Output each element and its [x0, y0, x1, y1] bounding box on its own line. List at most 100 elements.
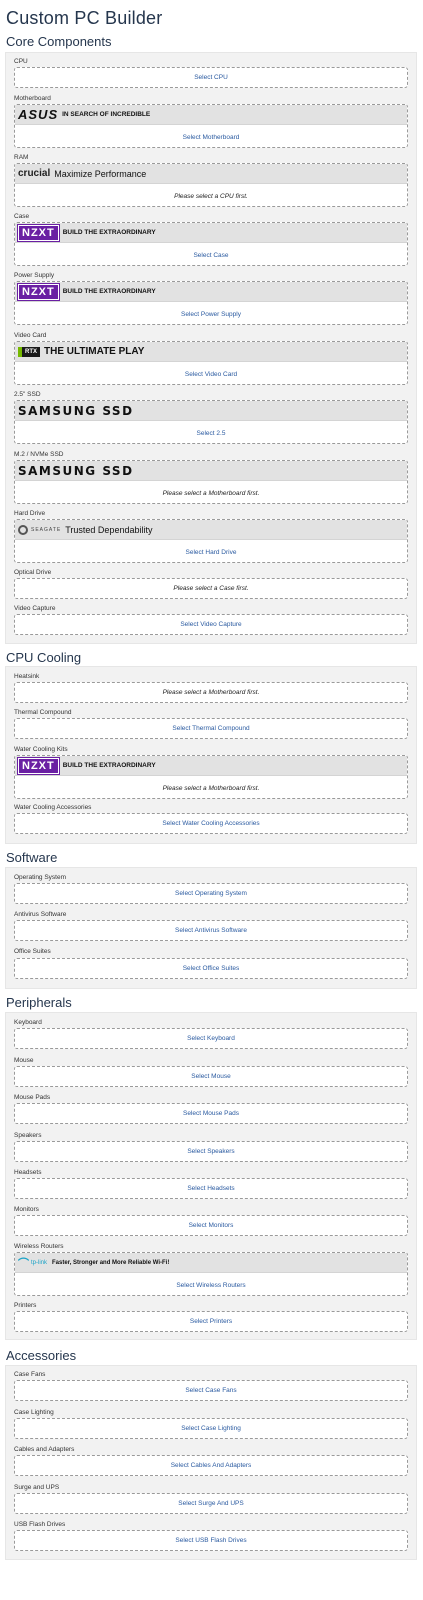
nzxt-tagline: BUILD THE EXTRAORDINARY	[62, 229, 156, 236]
section-title-peripherals: Peripherals	[6, 995, 72, 1010]
samsung-ad-banner[interactable]: SAMSUNG SSD	[15, 461, 407, 481]
select-case-lighting-link[interactable]: Select Case Lighting	[15, 1419, 407, 1438]
mouse-label: Mouse	[14, 1057, 34, 1064]
printers-slot[interactable]: Select Printers	[14, 1311, 408, 1332]
operating-system-label: Operating System	[14, 874, 67, 881]
crucial-logo: crucial	[18, 168, 51, 179]
motherboard-slot[interactable]: ASUS IN SEARCH OF INCREDIBLE Select Moth…	[14, 104, 408, 148]
select-mouse-pads-link[interactable]: Select Mouse Pads	[15, 1104, 407, 1123]
select-video-capture-link[interactable]: Select Video Capture	[15, 615, 407, 634]
water-cooling-accessories-label: Water Cooling Accessories	[14, 804, 92, 811]
asus-logo: ASUS	[18, 107, 59, 122]
select-surge-ups-link[interactable]: Select Surge And UPS	[15, 1494, 407, 1513]
asus-ad-banner[interactable]: ASUS IN SEARCH OF INCREDIBLE	[15, 105, 407, 125]
hard-drive-slot[interactable]: SEAGATE Trusted Dependability Select Har…	[14, 519, 408, 563]
seagate-logo: SEAGATE	[31, 526, 62, 533]
samsung-ssd-logo: SAMSUNG SSD	[18, 403, 134, 418]
nzxt-ad-banner[interactable]: NZXT BUILD THE EXTRAORDINARY	[15, 756, 407, 776]
select-headsets-link[interactable]: Select Headsets	[15, 1179, 407, 1198]
select-case-link[interactable]: Select Case	[15, 246, 407, 265]
tplink-ad-banner[interactable]: ⌒ tp-link Faster, Stronger and More Reli…	[15, 1253, 407, 1273]
select-antivirus-link[interactable]: Select Antivirus Software	[15, 921, 407, 940]
mouse-slot[interactable]: Select Mouse	[14, 1066, 408, 1087]
antivirus-slot[interactable]: Select Antivirus Software	[14, 920, 408, 941]
case-lighting-label: Case Lighting	[14, 1409, 54, 1416]
surge-ups-slot[interactable]: Select Surge And UPS	[14, 1493, 408, 1514]
headsets-slot[interactable]: Select Headsets	[14, 1178, 408, 1199]
nvidia-tagline: THE ULTIMATE PLAY	[44, 346, 145, 357]
cables-adapters-label: Cables and Adapters	[14, 1446, 75, 1453]
select-keyboard-link[interactable]: Select Keyboard	[15, 1029, 407, 1048]
ram-slot[interactable]: crucial Maximize Performance Please sele…	[14, 163, 408, 207]
select-case-fans-link[interactable]: Select Case Fans	[15, 1381, 407, 1400]
antivirus-label: Antivirus Software	[14, 911, 67, 918]
nzxt-tagline: BUILD THE EXTRAORDINARY	[62, 762, 156, 769]
select-speakers-link[interactable]: Select Speakers	[15, 1142, 407, 1161]
select-video-card-link[interactable]: Select Video Card	[15, 365, 407, 384]
video-card-label: Video Card	[14, 332, 47, 339]
water-cooling-kits-slot[interactable]: NZXT BUILD THE EXTRAORDINARY Please sele…	[14, 755, 408, 799]
nzxt-logo: NZXT	[17, 756, 60, 775]
usb-flash-drives-slot[interactable]: Select USB Flash Drives	[14, 1530, 408, 1551]
office-suites-slot[interactable]: Select Office Suites	[14, 958, 408, 979]
wireless-routers-slot[interactable]: ⌒ tp-link Faster, Stronger and More Reli…	[14, 1252, 408, 1296]
video-capture-slot[interactable]: Select Video Capture	[14, 614, 408, 635]
select-water-cooling-accessories-link[interactable]: Select Water Cooling Accessories	[15, 814, 407, 833]
samsung-ssd-logo: SAMSUNG SSD	[18, 463, 134, 478]
mouse-pads-label: Mouse Pads	[14, 1094, 51, 1101]
ssd-m2-requirement-message: Please select a Motherboard first.	[162, 490, 260, 497]
select-monitors-link[interactable]: Select Monitors	[15, 1216, 407, 1235]
cpu-slot[interactable]: Select CPU	[14, 67, 408, 88]
optical-drive-slot[interactable]: Please select a Case first.	[14, 578, 408, 599]
case-lighting-slot[interactable]: Select Case Lighting	[14, 1418, 408, 1439]
seagate-tagline: Trusted Dependability	[65, 524, 153, 535]
case-slot[interactable]: NZXT BUILD THE EXTRAORDINARY Select Case	[14, 222, 408, 266]
thermal-compound-slot[interactable]: Select Thermal Compound	[14, 718, 408, 739]
select-motherboard-link[interactable]: Select Motherboard	[15, 128, 407, 147]
water-cooling-kits-requirement-message: Please select a Motherboard first.	[162, 785, 260, 792]
select-mouse-link[interactable]: Select Mouse	[15, 1067, 407, 1086]
optical-drive-label: Optical Drive	[14, 569, 52, 576]
nzxt-ad-banner[interactable]: NZXT BUILD THE EXTRAORDINARY	[15, 282, 407, 302]
select-wireless-routers-link[interactable]: Select Wireless Routers	[15, 1276, 407, 1295]
seagate-ad-banner[interactable]: SEAGATE Trusted Dependability	[15, 520, 407, 540]
nvidia-ad-banner[interactable]: RTX THE ULTIMATE PLAY	[15, 342, 407, 362]
monitors-slot[interactable]: Select Monitors	[14, 1215, 408, 1236]
video-card-slot[interactable]: RTX THE ULTIMATE PLAY Select Video Card	[14, 341, 408, 385]
select-thermal-compound-link[interactable]: Select Thermal Compound	[15, 719, 407, 738]
hard-drive-label: Hard Drive	[14, 510, 46, 517]
select-cables-adapters-link[interactable]: Select Cables And Adapters	[15, 1456, 407, 1475]
crucial-ad-banner[interactable]: crucial Maximize Performance	[15, 164, 407, 184]
ssd-25-label: 2.5" SSD	[14, 391, 41, 398]
case-fans-slot[interactable]: Select Case Fans	[14, 1380, 408, 1401]
select-cpu-link[interactable]: Select CPU	[15, 68, 407, 87]
case-label: Case	[14, 213, 30, 220]
nzxt-logo: NZXT	[17, 223, 60, 242]
mouse-pads-slot[interactable]: Select Mouse Pads	[14, 1103, 408, 1124]
cables-adapters-slot[interactable]: Select Cables And Adapters	[14, 1455, 408, 1476]
select-printers-link[interactable]: Select Printers	[15, 1312, 407, 1331]
nzxt-logo: NZXT	[17, 282, 60, 301]
wireless-routers-label: Wireless Routers	[14, 1243, 64, 1250]
select-operating-system-link[interactable]: Select Operating System	[15, 884, 407, 903]
office-suites-label: Office Suites	[14, 948, 51, 955]
ssd-m2-slot[interactable]: SAMSUNG SSD Please select a Motherboard …	[14, 460, 408, 504]
select-office-suites-link[interactable]: Select Office Suites	[15, 959, 407, 978]
operating-system-slot[interactable]: Select Operating System	[14, 883, 408, 904]
printers-label: Printers	[14, 1302, 37, 1309]
select-ssd-25-link[interactable]: Select 2.5	[15, 424, 407, 443]
speakers-slot[interactable]: Select Speakers	[14, 1141, 408, 1162]
keyboard-slot[interactable]: Select Keyboard	[14, 1028, 408, 1049]
select-usb-flash-drives-link[interactable]: Select USB Flash Drives	[15, 1531, 407, 1550]
ssd-25-slot[interactable]: SAMSUNG SSD Select 2.5	[14, 400, 408, 444]
power-supply-slot[interactable]: NZXT BUILD THE EXTRAORDINARY Select Powe…	[14, 281, 408, 325]
heatsink-slot[interactable]: Please select a Motherboard first.	[14, 682, 408, 703]
water-cooling-accessories-slot[interactable]: Select Water Cooling Accessories	[14, 813, 408, 834]
samsung-ad-banner[interactable]: SAMSUNG SSD	[15, 401, 407, 421]
select-hard-drive-link[interactable]: Select Hard Drive	[15, 543, 407, 562]
nzxt-ad-banner[interactable]: NZXT BUILD THE EXTRAORDINARY	[15, 223, 407, 243]
usb-flash-drives-label: USB Flash Drives	[14, 1521, 66, 1528]
section-title-accessories: Accessories	[6, 1348, 77, 1363]
ram-label: RAM	[14, 154, 29, 161]
select-power-supply-link[interactable]: Select Power Supply	[15, 305, 407, 324]
